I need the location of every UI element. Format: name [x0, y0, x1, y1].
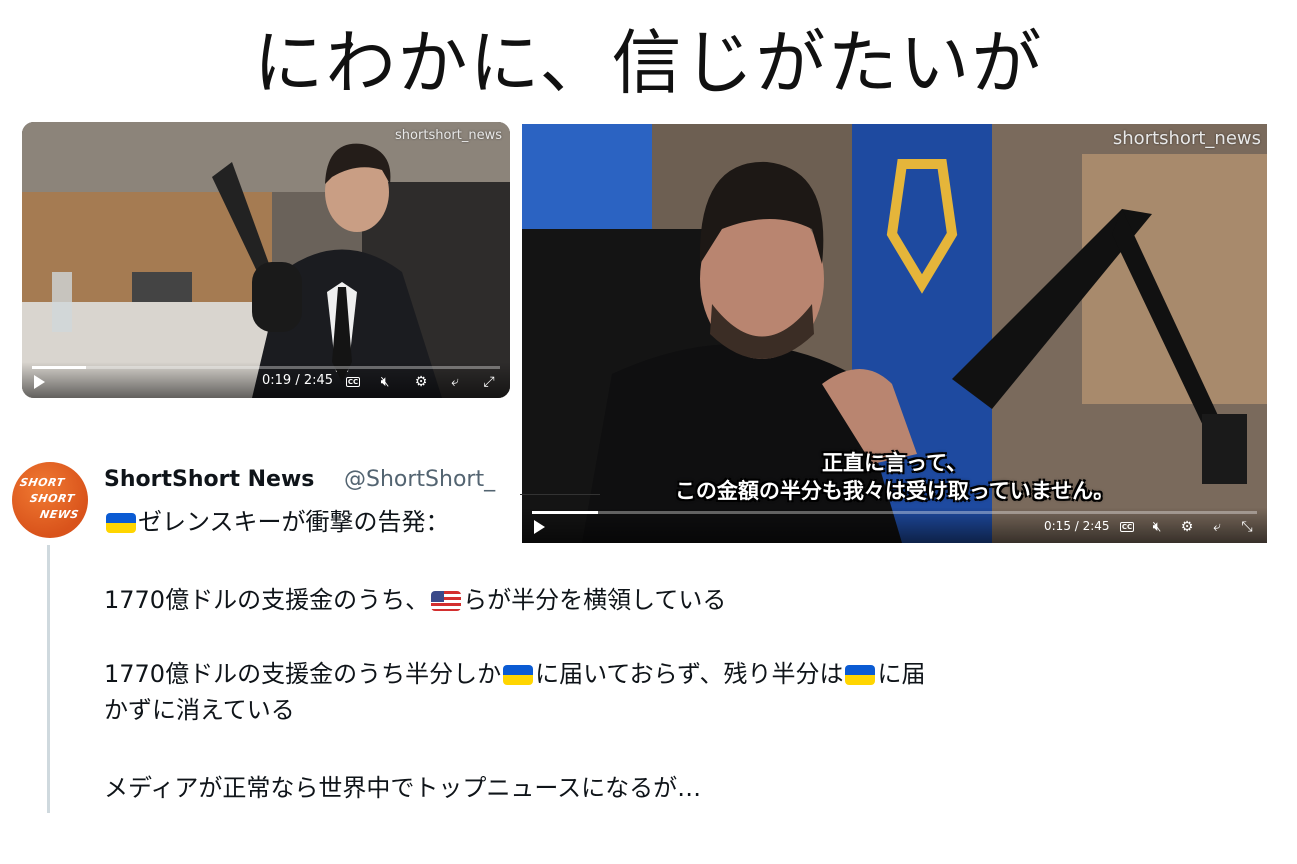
avatar[interactable]: SHORT SHORT NEWS [12, 462, 88, 538]
play-icon[interactable] [534, 520, 545, 534]
tweet-paragraph-2-cont: かずに消えている [104, 696, 295, 724]
ukraine-flag-icon [503, 665, 534, 685]
subtitle-line-1: 正直に言って、 [822, 451, 967, 475]
watermark: shortshort_news [395, 128, 502, 143]
time-display: 0:15 / 2:45 [1044, 519, 1110, 533]
tweet-paragraph-1: 1770億ドルの支援金のうち、 らが半分を横領している [104, 586, 727, 614]
thread-line [47, 545, 50, 813]
settings-icon[interactable]: ⚙ [1178, 519, 1196, 535]
play-icon[interactable] [34, 375, 45, 389]
fullscreen-icon[interactable]: ⤢ [480, 374, 498, 390]
cc-icon[interactable]: CC [344, 372, 362, 388]
progress-fill [532, 511, 598, 514]
tweet-paragraph-3: メディアが正常なら世界中でトップニュースになるが… [104, 774, 702, 802]
picture-in-picture-icon[interactable]: ⤶ [1208, 519, 1226, 535]
headline: にわかに、信じがたいが [253, 22, 1044, 104]
video-controls: 0:15 / 2:45 CC 🔇︎ ⚙ ⤶ ⤡ [522, 507, 1267, 543]
picture-in-picture-icon[interactable]: ⤶ [446, 374, 464, 390]
divider [520, 494, 600, 495]
settings-icon[interactable]: ⚙ [412, 374, 430, 390]
author-handle[interactable]: @ShortShort_ [344, 467, 520, 492]
cc-icon[interactable]: CC [1118, 517, 1136, 533]
watermark: shortshort_news [1112, 128, 1261, 149]
progress-bar[interactable] [32, 366, 500, 369]
subtitle-line-2: この金額の半分も我々は受け取っていません。 [674, 479, 1115, 503]
ukraine-flag-icon [845, 665, 876, 685]
progress-bar[interactable] [532, 511, 1257, 514]
tweet-paragraph-2: 1770億ドルの支援金のうち半分しか に届いておらず、残り半分は に届 [104, 660, 926, 688]
time-display: 0:19 / 2:45 [262, 373, 334, 388]
mute-icon[interactable]: 🔇︎ [376, 374, 394, 390]
author-name[interactable]: ShortShort News [104, 467, 314, 492]
progress-fill [32, 366, 86, 369]
tweet-intro: ゼレンスキーが衝撃の告発： [104, 505, 450, 539]
video-frame-interviewer [22, 122, 510, 398]
subtitles: 正直に言って、 この金額の半分も我々は受け取っていません。 [522, 449, 1267, 505]
exit-fullscreen-icon[interactable]: ⤡ [1238, 519, 1256, 535]
video-player-right[interactable]: shortshort_news 正直に言って、 この金額の半分も我々は受け取って… [522, 124, 1267, 543]
video-controls: 0:19 / 2:45 CC 🔇︎ ⚙ ⤶ ⤢ [22, 362, 510, 398]
ukraine-flag-icon [106, 513, 136, 533]
us-flag-icon [431, 591, 462, 611]
video-player-left[interactable]: shortshort_news 0:19 / 2:45 CC 🔇︎ ⚙ ⤶ ⤢ [22, 122, 510, 398]
mute-icon[interactable]: 🔇︎ [1148, 519, 1166, 535]
